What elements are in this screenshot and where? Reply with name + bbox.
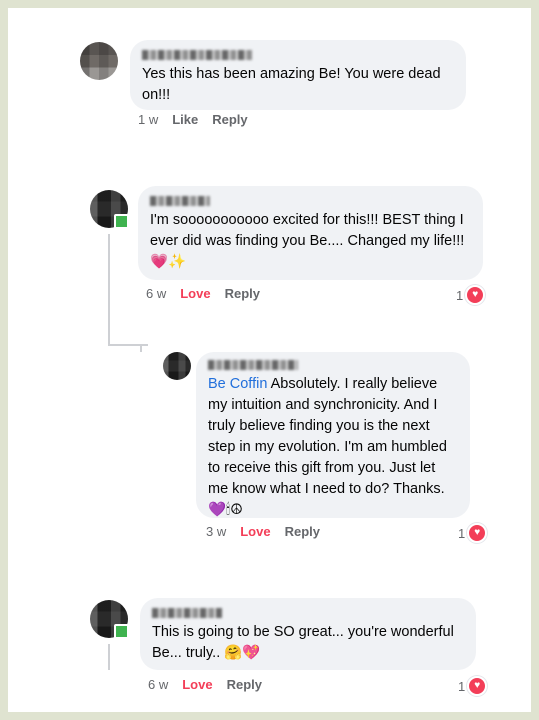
emoji: 🤗💖 [224,645,261,661]
comment-actions: 6 w Love Reply [146,286,260,301]
author-name[interactable] [208,360,298,370]
comment-actions: 1 w Like Reply [138,112,248,127]
comment-time[interactable]: 6 w [148,677,168,692]
reply-button[interactable]: Reply [212,112,247,127]
online-status-icon [114,624,129,639]
reply-button[interactable]: Reply [227,677,262,692]
comment-bubble: This is going to be SO great... you're w… [140,598,476,670]
reply-button[interactable]: Reply [285,524,320,539]
mention-link[interactable]: Be Coffin [208,376,267,392]
reaction-count: 1 [458,525,466,541]
comment-text: Yes this has been amazing Be! You were d… [142,66,441,103]
thread-line [108,344,148,346]
comment-time[interactable]: 1 w [138,112,158,127]
author-name[interactable] [150,196,210,206]
online-status-icon [114,214,129,229]
love-button[interactable]: Love [180,286,210,301]
comment-text: This is going to be SO great... you're w… [152,624,454,661]
heart-reaction-icon: ♥ [467,523,488,543]
reply-button[interactable]: Reply [225,286,260,301]
avatar[interactable] [163,352,191,380]
emoji: 💗✨ [150,254,187,270]
comment-actions: 3 w Love Reply [206,524,320,539]
comment-bubble: I'm sooooooooooo excited for this!!! BES… [138,186,483,280]
comment-text: I'm sooooooooooo excited for this!!! BES… [150,212,465,249]
reaction-summary[interactable]: 1 ♥ [458,523,488,543]
comment-actions: 6 w Love Reply [148,677,262,692]
thread-line [140,344,142,352]
reaction-summary[interactable]: 1 ♥ [456,285,486,305]
reply-bubble: Be Coffin Absolutely. I really believe m… [196,352,470,518]
love-button[interactable]: Love [240,524,270,539]
comment-time[interactable]: 3 w [206,524,226,539]
author-name[interactable] [152,608,222,618]
author-name[interactable] [142,50,252,60]
comment-text: Absolutely. I really believe my intuitio… [208,376,447,497]
comment-time[interactable]: 6 w [146,286,166,301]
thread-line [108,234,110,346]
heart-reaction-icon: ♥ [467,676,488,696]
love-button[interactable]: Love [182,677,212,692]
reaction-summary[interactable]: 1 ♥ [458,676,488,696]
thread-line [108,644,110,670]
avatar[interactable] [80,42,118,80]
comments-card: Yes this has been amazing Be! You were d… [8,8,531,712]
like-button[interactable]: Like [172,112,198,127]
emoji: 💜🕯☮ [208,502,244,518]
heart-reaction-icon: ♥ [465,285,486,305]
reaction-count: 1 [458,678,466,694]
reaction-count: 1 [456,287,464,303]
comment-bubble: Yes this has been amazing Be! You were d… [130,40,466,110]
